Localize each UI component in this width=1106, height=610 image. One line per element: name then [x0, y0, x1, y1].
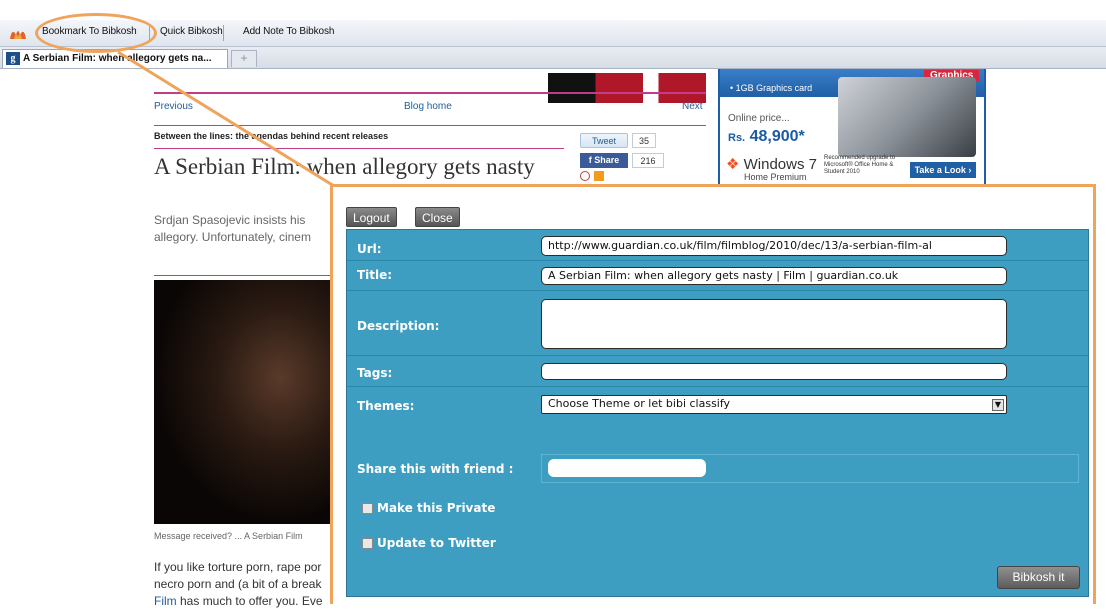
bibkosh-toolbar: Bookmark To Bibkosh Quick Bibkosh Add No… [0, 20, 1106, 47]
tags-field[interactable] [541, 363, 1007, 380]
description-label: Description: [357, 319, 440, 333]
url-field[interactable]: http://www.guardian.co.uk/film/filmblog/… [541, 236, 1007, 256]
film-link[interactable]: Film [154, 594, 177, 608]
share-field-container [541, 454, 1079, 483]
update-twitter-checkbox[interactable] [362, 538, 373, 549]
row-divider [347, 260, 1088, 261]
new-tab-button[interactable]: + [231, 50, 257, 67]
divider [154, 148, 564, 149]
quick-bibkosh-button[interactable]: Quick Bibkosh [160, 26, 223, 37]
advert-banner[interactable] [548, 73, 706, 103]
chevron-down-icon[interactable]: ▼ [992, 399, 1004, 411]
share-label: Share [594, 155, 620, 165]
themes-label: Themes: [357, 399, 415, 413]
social-icons[interactable] [580, 170, 620, 182]
laptop-advert[interactable]: • 1GB Graphics card Graphics Online pric… [718, 69, 986, 184]
title-label: Title: [357, 268, 393, 282]
previous-link[interactable]: Previous [154, 101, 193, 112]
toolbar-separator [223, 25, 224, 41]
series-title[interactable]: Between the lines: the agendas behind re… [154, 131, 388, 141]
windows-logo: ❖ Windows 7 [726, 155, 817, 173]
blog-home-link[interactable]: Blog home [404, 101, 452, 112]
tweet-button[interactable]: Tweet [580, 133, 628, 148]
share-friend-input[interactable] [548, 459, 706, 477]
tweet-count: 35 [632, 133, 656, 148]
make-private-label[interactable]: Make this Private [377, 501, 495, 515]
tweet-label: Tweet [591, 136, 616, 146]
windows-flag-icon: ❖ [726, 156, 740, 173]
advert-price: Rs. 48,900* [728, 128, 805, 146]
photo-caption: Message received? ... A Serbian Film [154, 531, 303, 541]
add-note-to-bibkosh-button[interactable]: Add Note To Bibkosh [243, 26, 334, 37]
bibkosh-popup: Logout Close Url: http://www.guardian.co… [330, 184, 1096, 604]
bibkosh-it-button[interactable]: Bibkosh it [997, 566, 1080, 589]
price-value: 48,900* [749, 128, 805, 145]
windows-label: Windows 7 [743, 156, 817, 173]
bookmark-form: Url: http://www.guardian.co.uk/film/film… [346, 229, 1089, 597]
next-link[interactable]: Next [682, 101, 703, 112]
highlight-ring [35, 13, 157, 53]
tab-bar: gA Serbian Film: when allegory gets na..… [0, 47, 1106, 69]
tab-title: A Serbian Film: when allegory gets na... [23, 53, 212, 64]
article-photo [154, 280, 334, 524]
row-divider [347, 386, 1088, 387]
description-field[interactable] [541, 299, 1007, 349]
laptop-image [838, 77, 976, 157]
divider [154, 125, 706, 126]
title-field[interactable]: A Serbian Film: when allegory gets nasty… [541, 267, 1007, 285]
recommended-upgrade: Recommended upgrade to Microsoft® Office… [824, 155, 896, 175]
article-headline: A Serbian Film: when allegory gets nasty [154, 154, 535, 179]
article-body: If you like torture porn, rape por necro… [154, 559, 334, 610]
share-count: 216 [632, 153, 664, 168]
close-button[interactable]: Close [415, 207, 460, 227]
row-divider [347, 355, 1088, 356]
body-text-1: If you like torture porn, rape por necro… [154, 560, 322, 591]
guardian-favicon-icon: g [6, 51, 20, 65]
logout-button[interactable]: Logout [346, 207, 397, 227]
make-private-checkbox[interactable] [362, 503, 373, 514]
divider [154, 275, 334, 276]
share-friend-label: Share this with friend : [357, 462, 514, 476]
row-divider [347, 290, 1088, 291]
tags-label: Tags: [357, 366, 393, 380]
body-text-2: has much to offer you. Eve [176, 594, 323, 608]
take-a-look-button[interactable]: Take a Look › [910, 162, 976, 178]
price-prefix: Rs. [728, 132, 746, 144]
update-twitter-label[interactable]: Update to Twitter [377, 536, 496, 550]
online-price-label: Online price... [728, 113, 790, 124]
windows-edition: Home Premium [744, 172, 807, 182]
url-label: Url: [357, 242, 382, 256]
bibkosh-logo-icon[interactable] [8, 25, 28, 41]
themes-select[interactable]: Choose Theme or let bibi classify ▼ [541, 395, 1007, 414]
article-standfirst: Srdjan Spasojevic insists his allegory. … [154, 213, 311, 244]
facebook-share-button[interactable]: f Share [580, 153, 628, 168]
divider [154, 92, 706, 94]
themes-selected-value: Choose Theme or let bibi classify [548, 397, 731, 410]
advert-spec: • 1GB Graphics card [730, 83, 813, 93]
